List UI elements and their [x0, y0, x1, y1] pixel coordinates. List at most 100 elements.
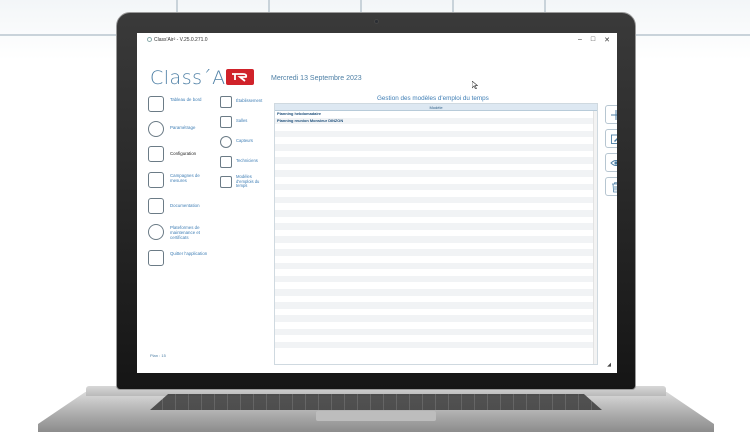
subnav-item-sensors[interactable]: Capteurs [217, 133, 271, 153]
table-row-empty[interactable] [275, 341, 597, 349]
subnav-item-label: Capteurs [236, 138, 253, 143]
view-model-button[interactable] [605, 153, 617, 172]
maximize-button[interactable]: □ [588, 36, 598, 43]
column-header-model[interactable]: Modèle [275, 104, 597, 111]
table-row-empty[interactable] [275, 315, 597, 322]
laptop-lid: Class'Air² - V.25.0.271.0 – □ ✕ Class´Ai… [116, 12, 636, 390]
table-row-empty[interactable] [275, 269, 597, 276]
measure-campaign-icon [148, 172, 164, 188]
table-row-empty[interactable] [275, 289, 597, 296]
webcam-icon [374, 19, 379, 24]
table-row-empty[interactable] [275, 322, 597, 329]
subnav-item-label: Modèles d'emplois du temps [236, 174, 260, 189]
table-row-empty[interactable] [275, 243, 597, 250]
table-row-empty[interactable] [275, 302, 597, 309]
table-row-empty[interactable] [275, 223, 597, 230]
table-row[interactable]: Planning reunion Monsieur DINZON [275, 117, 597, 125]
sidebar-item-label: Paramétrage [170, 125, 196, 130]
column-header-label: Modèle [429, 105, 443, 110]
sidebar-item-label: Plateformes de maintenance et certificat… [170, 225, 201, 240]
table-row-empty[interactable] [275, 236, 597, 243]
globe-icon [148, 224, 164, 240]
table-row-empty[interactable] [275, 183, 597, 191]
table-row-empty[interactable] [275, 262, 597, 270]
table-row-empty[interactable] [275, 217, 597, 224]
table-row-empty[interactable] [275, 282, 597, 289]
company-logo-icon [226, 69, 254, 85]
table-row-empty[interactable] [275, 130, 597, 138]
title-bar: Class'Air² - V.25.0.271.0 – □ ✕ [137, 33, 617, 47]
table-row-empty[interactable] [275, 275, 597, 283]
close-button[interactable]: ✕ [602, 36, 612, 44]
table-row-empty[interactable] [275, 328, 597, 336]
mouse-cursor-icon [472, 81, 478, 89]
subnav-item-establishment[interactable]: Établissement [217, 93, 271, 113]
table-row-empty[interactable] [275, 230, 597, 237]
sidebar-item-label: Campagnes de mesures [170, 173, 200, 183]
table-row-empty[interactable] [275, 124, 597, 131]
edit-icon [610, 134, 617, 144]
calendar-icon [220, 176, 232, 188]
sidebar-item-configuration[interactable]: Configuration [145, 143, 215, 165]
minimize-button[interactable]: – [575, 36, 585, 43]
subnav-item-technicians[interactable]: Techniciens [217, 153, 271, 173]
plan-indicator: Plan : 15 [150, 353, 166, 358]
eye-icon [609, 160, 617, 166]
add-model-button[interactable] [605, 105, 617, 124]
sidebar-item-label: Tableau de bord [170, 97, 202, 102]
subnav-item-schedule-models[interactable]: Modèles d'emplois du temps [217, 173, 271, 193]
resize-grip-icon[interactable]: ◢ [607, 362, 611, 368]
table-row-empty[interactable] [275, 309, 597, 316]
table-row[interactable]: Planning hebdomadaire [275, 111, 597, 118]
table-body: Planning hebdomadaire Planning reunion M… [275, 111, 597, 349]
subnav-item-label: Salles [236, 118, 248, 123]
table-row-empty[interactable] [275, 196, 597, 204]
laptop-keyboard [150, 394, 602, 410]
sidebar-item-campaigns[interactable]: Campagnes de mesures [145, 169, 215, 191]
sidebar-item-label: Quitter l'application [170, 251, 208, 256]
app-window: Class'Air² - V.25.0.271.0 – □ ✕ Class´Ai… [137, 33, 617, 373]
sidebar-item-dashboard[interactable]: Tableau de bord [145, 93, 215, 115]
table-row-empty[interactable] [275, 164, 597, 171]
subnav-item-rooms[interactable]: Salles [217, 113, 271, 133]
sidebar-item-settings[interactable]: Paramétrage [145, 118, 215, 140]
sidebar-item-label: Configuration [170, 151, 197, 156]
exit-icon [148, 250, 164, 266]
sidebar-item-label: Documentation [170, 203, 200, 208]
trash-icon [611, 182, 617, 193]
table-row-empty[interactable] [275, 177, 597, 184]
building-small-icon [220, 96, 232, 108]
table-row-empty[interactable] [275, 335, 597, 342]
plus-icon [610, 110, 617, 120]
panel-title: Gestion des modèles d'emploi du temps [377, 95, 489, 102]
table-row-empty[interactable] [275, 170, 597, 177]
document-icon [148, 198, 164, 214]
subnav-item-label: Établissement [236, 98, 263, 103]
table-row-empty[interactable] [275, 151, 597, 158]
window-title: Class'Air² - V.25.0.271.0 [154, 37, 208, 43]
table-row-empty[interactable] [275, 190, 597, 197]
table-row-empty[interactable] [275, 256, 597, 263]
app-icon [147, 37, 152, 42]
table-row-empty[interactable] [275, 209, 597, 217]
current-date: Mercredi 13 Septembre 2023 [271, 75, 362, 82]
schedule-models-table: Modèle Planning hebdomadaire Planning re… [274, 103, 598, 365]
table-row-empty[interactable] [275, 203, 597, 210]
house-icon [220, 116, 232, 128]
delete-model-button[interactable] [605, 177, 617, 196]
sidebar-item-documentation[interactable]: Documentation [145, 195, 215, 217]
building-icon [148, 146, 164, 162]
table-row-empty[interactable] [275, 296, 597, 303]
laptop-touchpad [316, 411, 436, 421]
table-row-empty[interactable] [275, 157, 597, 164]
table-row-empty[interactable] [275, 137, 597, 144]
gears-icon [148, 121, 164, 137]
table-scrollbar[interactable] [593, 111, 597, 364]
table-row-empty[interactable] [275, 143, 597, 151]
technician-icon [220, 156, 232, 168]
sensor-icon [220, 136, 232, 148]
edit-model-button[interactable] [605, 129, 617, 148]
sidebar-item-quit[interactable]: Quitter l'application [145, 247, 215, 269]
sidebar-item-maintenance[interactable]: Plateformes de maintenance et certificat… [145, 221, 215, 243]
table-row-empty[interactable] [275, 249, 597, 257]
